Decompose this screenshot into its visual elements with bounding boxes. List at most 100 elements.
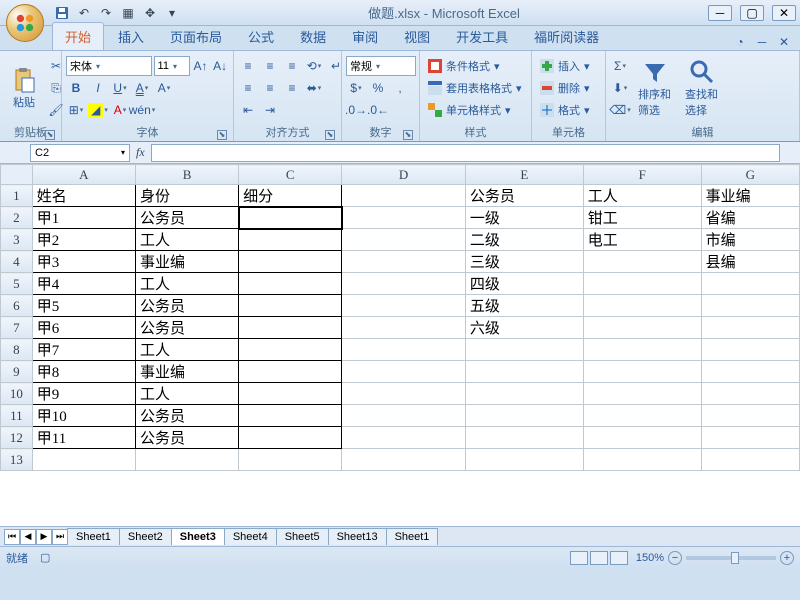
sheet-tab-Sheet1[interactable]: Sheet1 — [386, 528, 439, 545]
cell-F4[interactable] — [583, 251, 701, 273]
font-name-combo[interactable]: 宋体▾ — [66, 56, 152, 76]
cell-G5[interactable] — [701, 273, 799, 295]
cell-C12[interactable] — [239, 427, 342, 449]
col-header-G[interactable]: G — [701, 165, 799, 185]
cells-insert-button[interactable]: 插入 ▾ — [536, 57, 594, 75]
bold-button[interactable]: B — [66, 78, 86, 98]
cell-B8[interactable]: 工人 — [135, 339, 238, 361]
shrink-font-button[interactable]: A↓ — [211, 56, 229, 76]
tab-review[interactable]: 审阅 — [340, 23, 390, 50]
font-size-combo[interactable]: 11▾ — [154, 56, 190, 76]
sheet-tab-Sheet1[interactable]: Sheet1 — [67, 528, 120, 545]
cell-A1[interactable]: 姓名 — [32, 185, 135, 207]
cells-format-button[interactable]: 格式 ▾ — [536, 101, 594, 119]
font-dialog-launcher[interactable]: ⬊ — [217, 130, 227, 140]
cell-F12[interactable] — [583, 427, 701, 449]
cell-C9[interactable] — [239, 361, 342, 383]
cell-D4[interactable] — [342, 251, 466, 273]
qat-icon-1[interactable]: ▦ — [120, 5, 136, 21]
cell-D12[interactable] — [342, 427, 466, 449]
cell-A6[interactable]: 甲5 — [32, 295, 135, 317]
office-button[interactable] — [6, 4, 44, 42]
cell-G3[interactable]: 市编 — [701, 229, 799, 251]
maximize-button[interactable]: ▢ — [740, 5, 764, 21]
cell-A3[interactable]: 甲2 — [32, 229, 135, 251]
cell-B4[interactable]: 事业编 — [135, 251, 238, 273]
tab-foxit[interactable]: 福昕阅读器 — [522, 23, 611, 50]
undo-button[interactable]: ↶ — [76, 5, 92, 21]
row-header-2[interactable]: 2 — [1, 207, 33, 229]
align-middle-button[interactable]: ≡ — [260, 56, 280, 76]
cell-F6[interactable] — [583, 295, 701, 317]
align-bottom-button[interactable]: ≡ — [282, 56, 302, 76]
close-button[interactable]: ✕ — [772, 5, 796, 21]
cell-A7[interactable]: 甲6 — [32, 317, 135, 339]
cell-C3[interactable] — [239, 229, 342, 251]
row-header-8[interactable]: 8 — [1, 339, 33, 361]
qat-customize[interactable]: ▾ — [164, 5, 180, 21]
cell-A10[interactable]: 甲9 — [32, 383, 135, 405]
increase-indent-button[interactable]: ⇥ — [260, 100, 280, 120]
row-header-4[interactable]: 4 — [1, 251, 33, 273]
cell-F13[interactable] — [583, 449, 701, 471]
cell-G9[interactable] — [701, 361, 799, 383]
orientation-button[interactable]: ⟲ — [304, 56, 324, 76]
italic-button[interactable]: I — [88, 78, 108, 98]
sheet-tab-Sheet2[interactable]: Sheet2 — [119, 528, 172, 545]
sheet-tab-Sheet5[interactable]: Sheet5 — [276, 528, 329, 545]
align-top-button[interactable]: ≡ — [238, 56, 258, 76]
autosum-button[interactable]: Σ — [610, 56, 630, 76]
clear-button[interactable]: ⌫ — [610, 100, 630, 120]
cell-E11[interactable] — [465, 405, 583, 427]
cell-G6[interactable] — [701, 295, 799, 317]
tab-pagelayout[interactable]: 页面布局 — [158, 23, 234, 50]
fill-color-button[interactable]: ◢ — [88, 100, 108, 120]
cell-G4[interactable]: 县编 — [701, 251, 799, 273]
align-right-button[interactable]: ≡ — [282, 78, 302, 98]
cells-delete-button[interactable]: 删除 ▾ — [536, 79, 594, 97]
zoom-out-button[interactable]: − — [668, 551, 682, 565]
cell-G12[interactable] — [701, 427, 799, 449]
mdi-close-icon[interactable]: ✕ — [776, 34, 792, 50]
sheet-nav-last[interactable]: ⏭ — [52, 529, 68, 545]
cell-E9[interactable] — [465, 361, 583, 383]
cell-E4[interactable]: 三级 — [465, 251, 583, 273]
cell-E10[interactable] — [465, 383, 583, 405]
cell-B3[interactable]: 工人 — [135, 229, 238, 251]
cell-G1[interactable]: 事业编 — [701, 185, 799, 207]
tab-home[interactable]: 开始 — [52, 22, 104, 50]
cell-B10[interactable]: 工人 — [135, 383, 238, 405]
cell-E3[interactable]: 二级 — [465, 229, 583, 251]
format-as-table-button[interactable]: 套用表格格式 ▾ — [424, 79, 526, 97]
cell-A5[interactable]: 甲4 — [32, 273, 135, 295]
cell-D13[interactable] — [342, 449, 466, 471]
cell-A11[interactable]: 甲10 — [32, 405, 135, 427]
cell-F3[interactable]: 电工 — [583, 229, 701, 251]
cell-E13[interactable] — [465, 449, 583, 471]
cell-E7[interactable]: 六级 — [465, 317, 583, 339]
fill-button[interactable]: ⬇ — [610, 78, 630, 98]
sheet-nav-next[interactable]: ▶ — [36, 529, 52, 545]
cell-F1[interactable]: 工人 — [583, 185, 701, 207]
sheet-tab-Sheet3[interactable]: Sheet3 — [171, 528, 225, 545]
cell-E8[interactable] — [465, 339, 583, 361]
cell-E12[interactable] — [465, 427, 583, 449]
cell-A2[interactable]: 甲1 — [32, 207, 135, 229]
view-pagelayout-button[interactable] — [590, 551, 608, 565]
row-header-3[interactable]: 3 — [1, 229, 33, 251]
cell-G10[interactable] — [701, 383, 799, 405]
zoom-slider[interactable] — [686, 556, 776, 560]
row-header-13[interactable]: 13 — [1, 449, 33, 471]
cell-C5[interactable] — [239, 273, 342, 295]
cell-B1[interactable]: 身份 — [135, 185, 238, 207]
sheet-nav-prev[interactable]: ◀ — [20, 529, 36, 545]
cell-B9[interactable]: 事业编 — [135, 361, 238, 383]
row-header-10[interactable]: 10 — [1, 383, 33, 405]
percent-button[interactable]: % — [368, 78, 388, 98]
cell-D10[interactable] — [342, 383, 466, 405]
row-header-9[interactable]: 9 — [1, 361, 33, 383]
cell-C8[interactable] — [239, 339, 342, 361]
cell-F5[interactable] — [583, 273, 701, 295]
tab-developer[interactable]: 开发工具 — [444, 23, 520, 50]
cell-A9[interactable]: 甲8 — [32, 361, 135, 383]
